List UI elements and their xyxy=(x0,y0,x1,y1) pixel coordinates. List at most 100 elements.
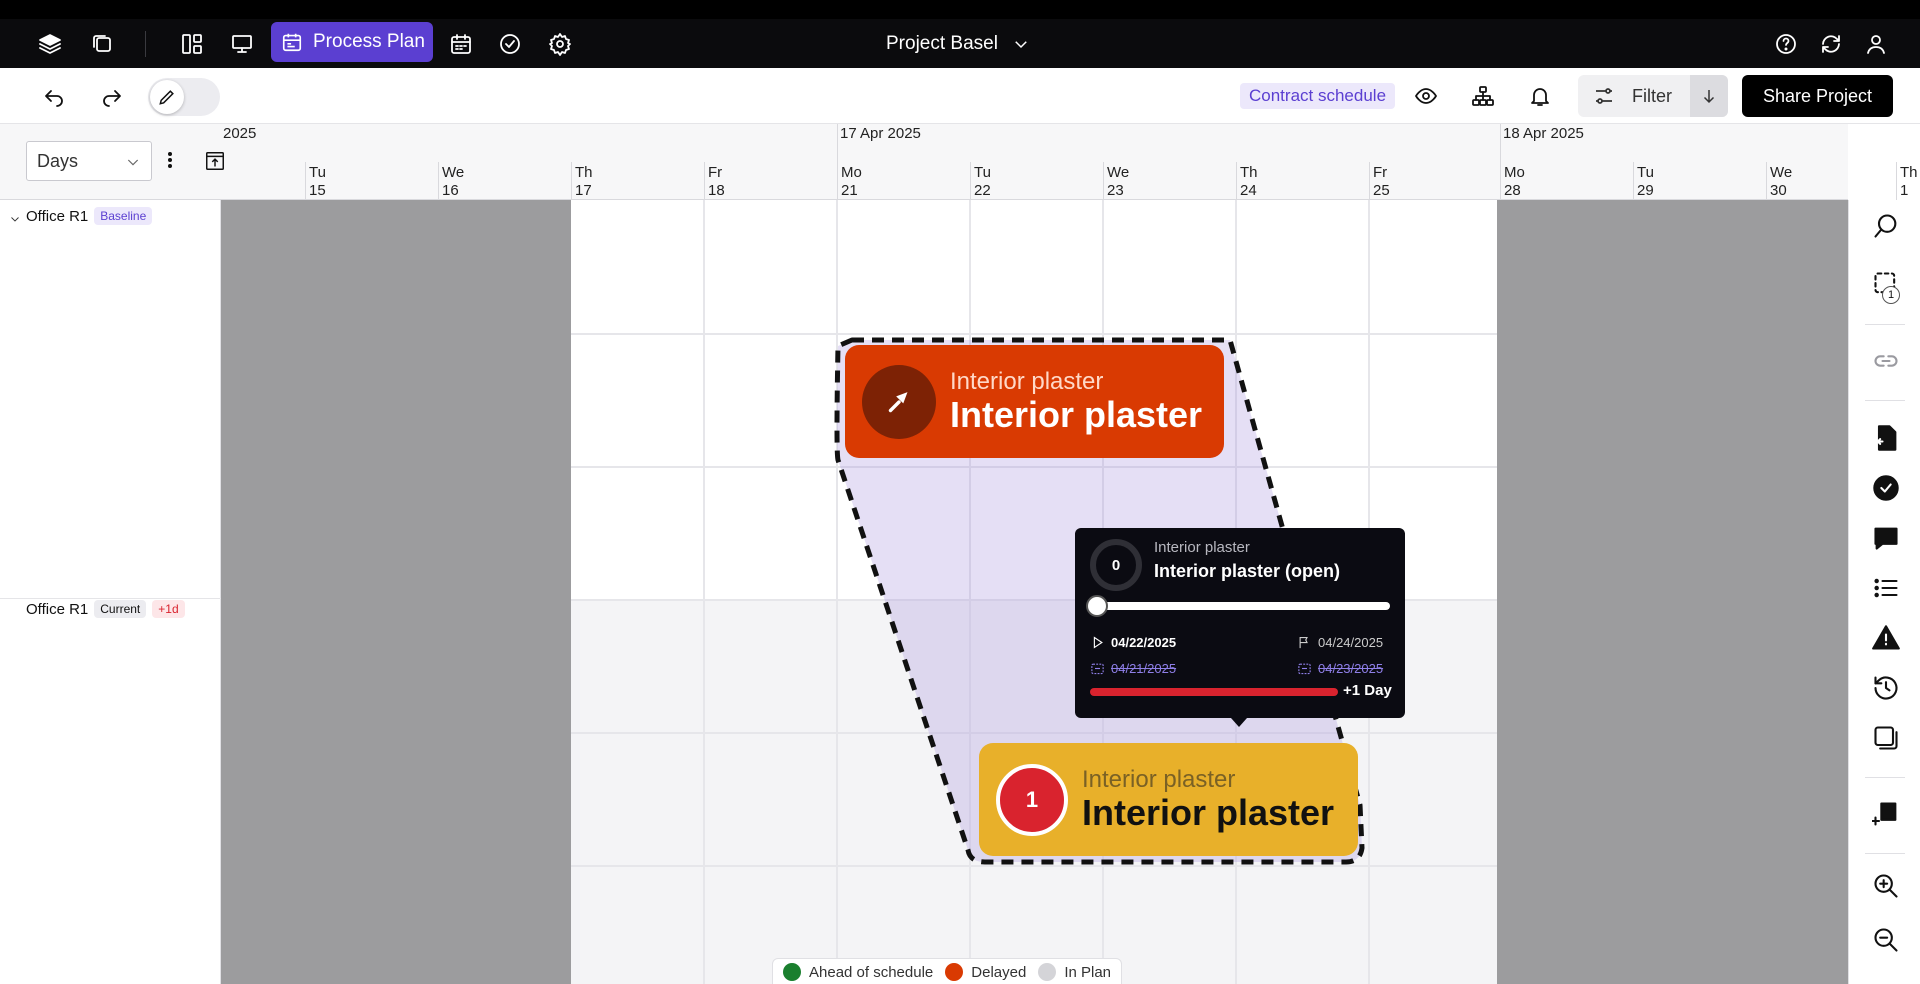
files-icon[interactable] xyxy=(86,28,118,60)
zoom-out-icon[interactable] xyxy=(1870,924,1902,956)
undo-icon[interactable] xyxy=(38,80,70,112)
tooltip-subtitle: Interior plaster xyxy=(1154,539,1250,556)
row-name: Office R1 xyxy=(26,600,89,618)
document-import-icon[interactable] xyxy=(1870,422,1902,454)
hierarchy-icon[interactable] xyxy=(1467,80,1499,112)
help-icon[interactable] xyxy=(1770,28,1802,60)
bell-icon[interactable] xyxy=(1524,80,1556,112)
comment-icon[interactable] xyxy=(1870,522,1902,554)
add-process-icon[interactable] xyxy=(1870,798,1902,830)
day-column-header: Th 17 xyxy=(571,162,704,200)
issue-count-badge: 1 xyxy=(996,763,1068,836)
current-task-card[interactable]: 1 Interior plaster Interior plaster xyxy=(979,743,1358,856)
current-card-title: Interior plaster xyxy=(1082,791,1335,833)
history-icon[interactable] xyxy=(1870,672,1902,704)
time-scale-value: Days xyxy=(37,150,79,171)
legend-item: Ahead of schedule xyxy=(783,963,933,981)
tooltip-title: Interior plaster (open) xyxy=(1154,561,1341,581)
nav-divider xyxy=(145,31,146,57)
settings-gear-icon[interactable] xyxy=(544,28,576,60)
sidebar-divider xyxy=(1865,324,1905,325)
top-navigation-bar: Process Plan Project Basel xyxy=(0,0,1920,68)
right-tool-sidebar: 1 xyxy=(1848,200,1920,984)
row-name: Office R1 xyxy=(26,207,89,225)
toolbar: Contract schedule Filter Share Project xyxy=(0,68,1920,124)
filter-main[interactable]: Filter xyxy=(1578,75,1690,117)
end-date-value: 04/24/2025 xyxy=(1318,635,1384,650)
process-plan-label: Process Plan xyxy=(313,31,425,52)
baseline-task-card[interactable]: Interior plaster Interior plaster xyxy=(845,345,1224,458)
filter-label: Filter xyxy=(1632,85,1672,106)
layers-copy-icon[interactable] xyxy=(1870,722,1902,754)
week-divider xyxy=(1500,124,1501,162)
sync-icon[interactable] xyxy=(1815,28,1847,60)
process-plan-tab[interactable]: Process Plan xyxy=(271,22,433,62)
play-icon xyxy=(1093,636,1103,649)
check-circle-icon[interactable] xyxy=(494,28,526,60)
baseline-card-subtitle: Interior plaster xyxy=(950,367,1104,395)
delay-badge: +1d xyxy=(152,600,185,618)
day-column-header: Tu 29 xyxy=(1633,162,1766,200)
flag-icon xyxy=(1299,636,1308,649)
delay-bar xyxy=(1090,688,1338,696)
share-project-button[interactable]: Share Project xyxy=(1742,75,1893,117)
current-badge: Current xyxy=(94,600,147,618)
delay-value: +1 Day xyxy=(1343,682,1392,699)
legend-label: In Plan xyxy=(1064,963,1112,981)
baseline-start-value: 04/21/2025 xyxy=(1111,661,1177,676)
edit-mode-toggle[interactable] xyxy=(148,78,220,116)
sort-arrow-down-icon[interactable] xyxy=(1690,75,1728,117)
zoom-in-icon[interactable] xyxy=(1870,870,1902,902)
day-column-header: Mo 28 xyxy=(1500,162,1633,200)
search-icon[interactable] xyxy=(1870,210,1902,242)
presentation-icon[interactable] xyxy=(226,28,258,60)
pencil-icon xyxy=(150,80,184,114)
row-label-baseline[interactable]: Office R1 Baseline xyxy=(26,207,153,225)
jump-to-today-icon[interactable] xyxy=(204,150,226,172)
progress-slider-thumb[interactable] xyxy=(1086,595,1108,617)
row-label-current[interactable]: Office R1 Current +1d xyxy=(26,600,185,618)
task-tooltip: 0 Interior plaster Interior plaster (ope… xyxy=(1075,528,1405,727)
redo-icon[interactable] xyxy=(96,80,128,112)
project-selector[interactable]: Project Basel xyxy=(886,29,1030,59)
more-options-icon[interactable] xyxy=(164,150,176,172)
filter-button[interactable]: Filter xyxy=(1578,75,1728,117)
warning-icon[interactable] xyxy=(1870,622,1902,654)
progress-slider[interactable] xyxy=(1086,595,1390,617)
legend-label: Ahead of schedule xyxy=(809,963,934,981)
user-icon[interactable] xyxy=(1860,28,1892,60)
legend-item: Delayed xyxy=(945,963,1026,981)
dashboard-icon[interactable] xyxy=(176,28,208,60)
check-filled-icon[interactable] xyxy=(1870,472,1902,504)
calendar-icon xyxy=(282,33,302,52)
sliders-icon xyxy=(1596,88,1612,104)
layers-logo-icon[interactable] xyxy=(34,28,66,60)
eye-icon[interactable] xyxy=(1410,80,1442,112)
list-icon[interactable] xyxy=(1870,572,1902,604)
week-label: 18 Apr 2025 xyxy=(1503,125,1584,142)
link-icon[interactable] xyxy=(1870,345,1902,377)
project-title: Project Basel xyxy=(886,33,998,54)
grid-line xyxy=(571,466,1497,468)
day-column-header: We 30 xyxy=(1766,162,1899,200)
baseline-card-title: Interior plaster xyxy=(950,393,1203,435)
legend-dot-delayed xyxy=(945,963,964,981)
contract-schedule-label: Contract schedule xyxy=(1240,83,1396,109)
day-column-header: Th 1 xyxy=(1896,162,1920,200)
baseline-badge: Baseline xyxy=(94,207,153,225)
calendar-grid-icon[interactable] xyxy=(445,28,477,60)
selection-count: 1 xyxy=(1882,286,1900,304)
day-column-header: We 23 xyxy=(1103,162,1236,200)
calendar-baseline-icon xyxy=(1091,663,1104,675)
current-card-subtitle: Interior plaster xyxy=(1082,765,1236,793)
day-column-header: Fr 25 xyxy=(1369,162,1502,200)
legend-dot-ahead xyxy=(783,963,801,981)
collapse-chevron-icon[interactable] xyxy=(9,212,21,224)
time-scale-select[interactable]: Days xyxy=(26,141,152,181)
day-column-header: We 16 xyxy=(438,162,571,200)
calendar-baseline-icon xyxy=(1298,663,1311,675)
timeline-header: Days 2025 17 Apr 2025 18 Apr 2025 Tu 15 W… xyxy=(0,124,1918,200)
start-date: 04/22/2025 xyxy=(1090,635,1176,650)
chevron-down-icon xyxy=(127,159,139,166)
status-legend: Ahead of schedule Delayed In Plan xyxy=(772,958,1123,984)
